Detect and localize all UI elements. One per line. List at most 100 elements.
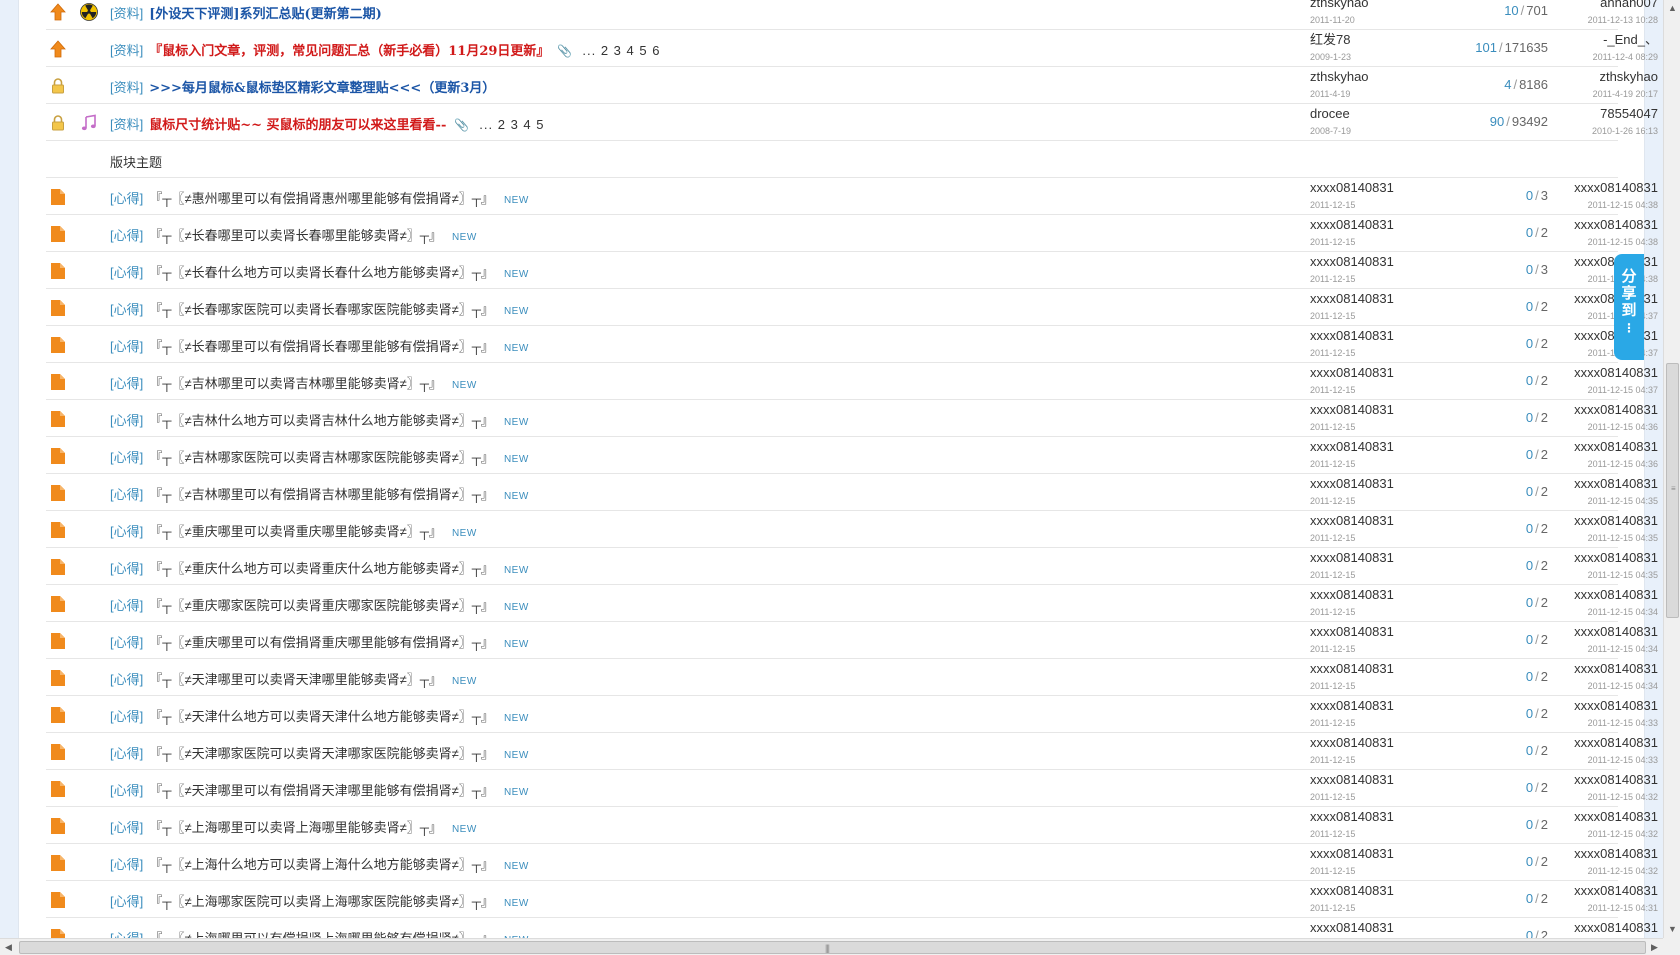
- thread-row[interactable]: [心得] 『┬〖≠重庆哪家医院可以卖肾重庆哪家医院能够卖肾≠〗┬』 NEW xxxx0…: [46, 585, 1658, 622]
- thread-row[interactable]: [心得]『┬〖≠上海哪里可以有偿捐肾上海哪里能够有偿捐肾≠〗┬』NEWxxxx0…: [46, 918, 1658, 938]
- last-poster-name[interactable]: xxxx08140831: [1574, 772, 1658, 787]
- last-poster-name[interactable]: -_End_、: [1603, 32, 1658, 47]
- author-name[interactable]: xxxx08140831: [1310, 624, 1394, 639]
- thread-title-link[interactable]: [外设天下评测]系列汇总贴(更新第二期): [149, 7, 382, 22]
- author-name[interactable]: xxxx08140831: [1310, 254, 1394, 269]
- last-poster-name[interactable]: xxxx08140831: [1574, 365, 1658, 380]
- author-name[interactable]: xxxx08140831: [1310, 809, 1394, 824]
- author-name[interactable]: xxxx08140831: [1310, 735, 1394, 750]
- vertical-scroll-thumb[interactable]: ≡: [1666, 363, 1679, 618]
- thread-title-link[interactable]: 『┬〖≠上海哪里可以有偿捐肾上海哪里能够有偿捐肾≠〗┬』: [149, 931, 494, 938]
- pinned-thread-row[interactable]: [资料] [外设天下评测]系列汇总贴(更新第二期) zthskyhao 2011-11…: [46, 0, 1658, 30]
- thread-title-link[interactable]: >>>每月鼠标&鼠标垫区精彩文章整理贴<<<（更新3月）: [149, 81, 495, 96]
- thread-type-link[interactable]: [心得]: [110, 487, 143, 502]
- thread-title-link[interactable]: 『┬〖≠天津哪里可以卖肾天津哪里能够卖肾≠〗┬』: [149, 672, 442, 687]
- thread-row[interactable]: [心得] 『┬〖≠上海哪里可以卖肾上海哪里能够卖肾≠〗┬』 NEW xxxx08140…: [46, 807, 1658, 844]
- last-poster-name[interactable]: 78554047: [1600, 106, 1658, 121]
- thread-type-link[interactable]: [心得]: [110, 228, 143, 243]
- last-poster-name[interactable]: xxxx08140831: [1574, 624, 1658, 639]
- thread-type-link[interactable]: [心得]: [110, 561, 143, 576]
- horizontal-scroll-thumb[interactable]: |||: [19, 941, 1646, 954]
- author-name[interactable]: zthskyhao: [1310, 69, 1369, 84]
- thread-row[interactable]: [心得] 『┬〖≠天津什么地方可以卖肾天津什么地方能够卖肾≠〗┬』 NEW xxxx0…: [46, 696, 1658, 733]
- thread-title-link[interactable]: 『┬〖≠重庆哪里可以有偿捐肾重庆哪里能够有偿捐肾≠〗┬』: [149, 635, 494, 650]
- thread-row[interactable]: [心得] 『┬〖≠天津哪里可以有偿捐肾天津哪里能够有偿捐肾≠〗┬』 NEW xxxx0…: [46, 770, 1658, 807]
- thread-title-link[interactable]: 『鼠标入门文章，评测，常见问题汇总（新手必看）11月29日更新』: [149, 44, 549, 59]
- thread-type-link[interactable]: [心得]: [110, 783, 143, 798]
- author-name[interactable]: xxxx08140831: [1310, 883, 1394, 898]
- thread-type-link[interactable]: [心得]: [110, 672, 143, 687]
- author-name[interactable]: 红发78: [1310, 32, 1350, 47]
- thread-row[interactable]: [心得] 『┬〖≠长春什么地方可以卖肾长春什么地方能够卖肾≠〗┬』 NEW xxxx0…: [46, 252, 1658, 289]
- author-name[interactable]: xxxx08140831: [1310, 180, 1394, 195]
- thread-type-link[interactable]: [心得]: [110, 524, 143, 539]
- thread-row[interactable]: [心得] 『┬〖≠长春哪里可以有偿捐肾长春哪里能够有偿捐肾≠〗┬』 NEW xxxx0…: [46, 326, 1658, 363]
- thread-row[interactable]: [心得] 『┬〖≠天津哪里可以卖肾天津哪里能够卖肾≠〗┬』 NEW xxxx08140…: [46, 659, 1658, 696]
- author-name[interactable]: xxxx08140831: [1310, 402, 1394, 417]
- thread-title-link[interactable]: 『┬〖≠惠州哪里可以有偿捐肾惠州哪里能够有偿捐肾≠〗┬』: [149, 191, 494, 206]
- thread-type-link[interactable]: [资料]: [110, 6, 143, 21]
- thread-type-link[interactable]: [心得]: [110, 709, 143, 724]
- thread-title-link[interactable]: 『┬〖≠吉林什么地方可以卖肾吉林什么地方能够卖肾≠〗┬』: [149, 413, 494, 428]
- thread-title-link[interactable]: 『┬〖≠长春什么地方可以卖肾长春什么地方能够卖肾≠〗┬』: [149, 265, 494, 280]
- thread-row[interactable]: [心得] 『┬〖≠重庆哪里可以有偿捐肾重庆哪里能够有偿捐肾≠〗┬』 NEW xxxx0…: [46, 622, 1658, 659]
- thread-title-link[interactable]: 『┬〖≠吉林哪里可以有偿捐肾吉林哪里能够有偿捐肾≠〗┬』: [149, 487, 494, 502]
- author-name[interactable]: xxxx08140831: [1310, 328, 1394, 343]
- horizontal-scrollbar[interactable]: ◀ ||| ▶: [0, 938, 1663, 955]
- thread-row[interactable]: [心得] 『┬〖≠惠州哪里可以有偿捐肾惠州哪里能够有偿捐肾≠〗┬』 NEW xxxx0…: [46, 178, 1658, 215]
- last-poster-name[interactable]: xxxx08140831: [1574, 439, 1658, 454]
- thread-type-link[interactable]: [资料]: [110, 80, 143, 95]
- thread-title-link[interactable]: 『┬〖≠长春哪里可以有偿捐肾长春哪里能够有偿捐肾≠〗┬』: [149, 339, 494, 354]
- thread-type-link[interactable]: [心得]: [110, 450, 143, 465]
- thread-type-link[interactable]: [心得]: [110, 339, 143, 354]
- thread-type-link[interactable]: [心得]: [110, 598, 143, 613]
- thread-type-link[interactable]: [心得]: [110, 635, 143, 650]
- thread-row[interactable]: [心得] 『┬〖≠天津哪家医院可以卖肾天津哪家医院能够卖肾≠〗┬』 NEW xxxx0…: [46, 733, 1658, 770]
- author-name[interactable]: zthskyhao: [1310, 0, 1369, 10]
- thread-title-link[interactable]: 『┬〖≠长春哪里可以卖肾长春哪里能够卖肾≠〗┬』: [149, 228, 442, 243]
- thread-title-link[interactable]: 『┬〖≠重庆什么地方可以卖肾重庆什么地方能够卖肾≠〗┬』: [149, 561, 494, 576]
- thread-type-link[interactable]: [心得]: [110, 857, 143, 872]
- thread-type-link[interactable]: [心得]: [110, 376, 143, 391]
- thread-title-link[interactable]: 『┬〖≠吉林哪里可以卖肾吉林哪里能够卖肾≠〗┬』: [149, 376, 442, 391]
- thread-row[interactable]: [心得] 『┬〖≠重庆哪里可以卖肾重庆哪里能够卖肾≠〗┬』 NEW xxxx08140…: [46, 511, 1658, 548]
- author-name[interactable]: xxxx08140831: [1310, 513, 1394, 528]
- author-name[interactable]: xxxx08140831: [1310, 772, 1394, 787]
- author-name[interactable]: xxxx08140831: [1310, 587, 1394, 602]
- last-poster-name[interactable]: xxxx08140831: [1574, 513, 1658, 528]
- vertical-scrollbar[interactable]: ▲ ≡ ▼: [1663, 0, 1680, 938]
- author-name[interactable]: xxxx08140831: [1310, 846, 1394, 861]
- thread-title-link[interactable]: 『┬〖≠吉林哪家医院可以卖肾吉林哪家医院能够卖肾≠〗┬』: [149, 450, 494, 465]
- author-name[interactable]: xxxx08140831: [1310, 476, 1394, 491]
- last-poster-name[interactable]: xxxx08140831: [1574, 920, 1658, 935]
- scroll-down-arrow-icon[interactable]: ▼: [1664, 921, 1680, 938]
- thread-row[interactable]: [心得] 『┬〖≠吉林哪里可以卖肾吉林哪里能够卖肾≠〗┬』 NEW xxxx08140…: [46, 363, 1658, 400]
- thread-row[interactable]: [心得] 『┬〖≠重庆什么地方可以卖肾重庆什么地方能够卖肾≠〗┬』 NEW xxxx0…: [46, 548, 1658, 585]
- thread-type-link[interactable]: [资料]: [110, 43, 143, 58]
- author-name[interactable]: xxxx08140831: [1310, 661, 1394, 676]
- author-name[interactable]: drocee: [1310, 106, 1350, 121]
- last-poster-name[interactable]: xxxx08140831: [1574, 402, 1658, 417]
- last-poster-name[interactable]: annan007: [1600, 0, 1658, 10]
- scroll-right-arrow-icon[interactable]: ▶: [1646, 939, 1663, 955]
- last-poster-name[interactable]: xxxx08140831: [1574, 180, 1658, 195]
- last-poster-name[interactable]: xxxx08140831: [1574, 846, 1658, 861]
- thread-row[interactable]: [心得] 『┬〖≠上海哪家医院可以卖肾上海哪家医院能够卖肾≠〗┬』 NEW xxxx0…: [46, 881, 1658, 918]
- thread-row[interactable]: [心得] 『┬〖≠吉林什么地方可以卖肾吉林什么地方能够卖肾≠〗┬』 NEW xxxx0…: [46, 400, 1658, 437]
- thread-type-link[interactable]: [心得]: [110, 191, 143, 206]
- scroll-up-arrow-icon[interactable]: ▲: [1664, 0, 1680, 17]
- author-name[interactable]: xxxx08140831: [1310, 291, 1394, 306]
- thread-title-link[interactable]: 『┬〖≠上海哪里可以卖肾上海哪里能够卖肾≠〗┬』: [149, 820, 442, 835]
- last-poster-name[interactable]: xxxx08140831: [1574, 217, 1658, 232]
- author-name[interactable]: xxxx08140831: [1310, 698, 1394, 713]
- last-poster-name[interactable]: xxxx08140831: [1574, 661, 1658, 676]
- thread-type-link[interactable]: [心得]: [110, 413, 143, 428]
- thread-row[interactable]: [心得] 『┬〖≠吉林哪里可以有偿捐肾吉林哪里能够有偿捐肾≠〗┬』 NEW xxxx0…: [46, 474, 1658, 511]
- pinned-thread-row[interactable]: [资料] 鼠标尺寸统计贴~~ 买鼠标的朋友可以来这里看看-- 📎 ... 2 3 4 …: [46, 104, 1658, 141]
- thread-type-link[interactable]: [心得]: [110, 894, 143, 909]
- last-poster-name[interactable]: xxxx08140831: [1574, 587, 1658, 602]
- thread-type-link[interactable]: [心得]: [110, 746, 143, 761]
- thread-pages-link[interactable]: ... 2 3 4 5: [479, 117, 544, 132]
- author-name[interactable]: xxxx08140831: [1310, 550, 1394, 565]
- author-name[interactable]: xxxx08140831: [1310, 217, 1394, 232]
